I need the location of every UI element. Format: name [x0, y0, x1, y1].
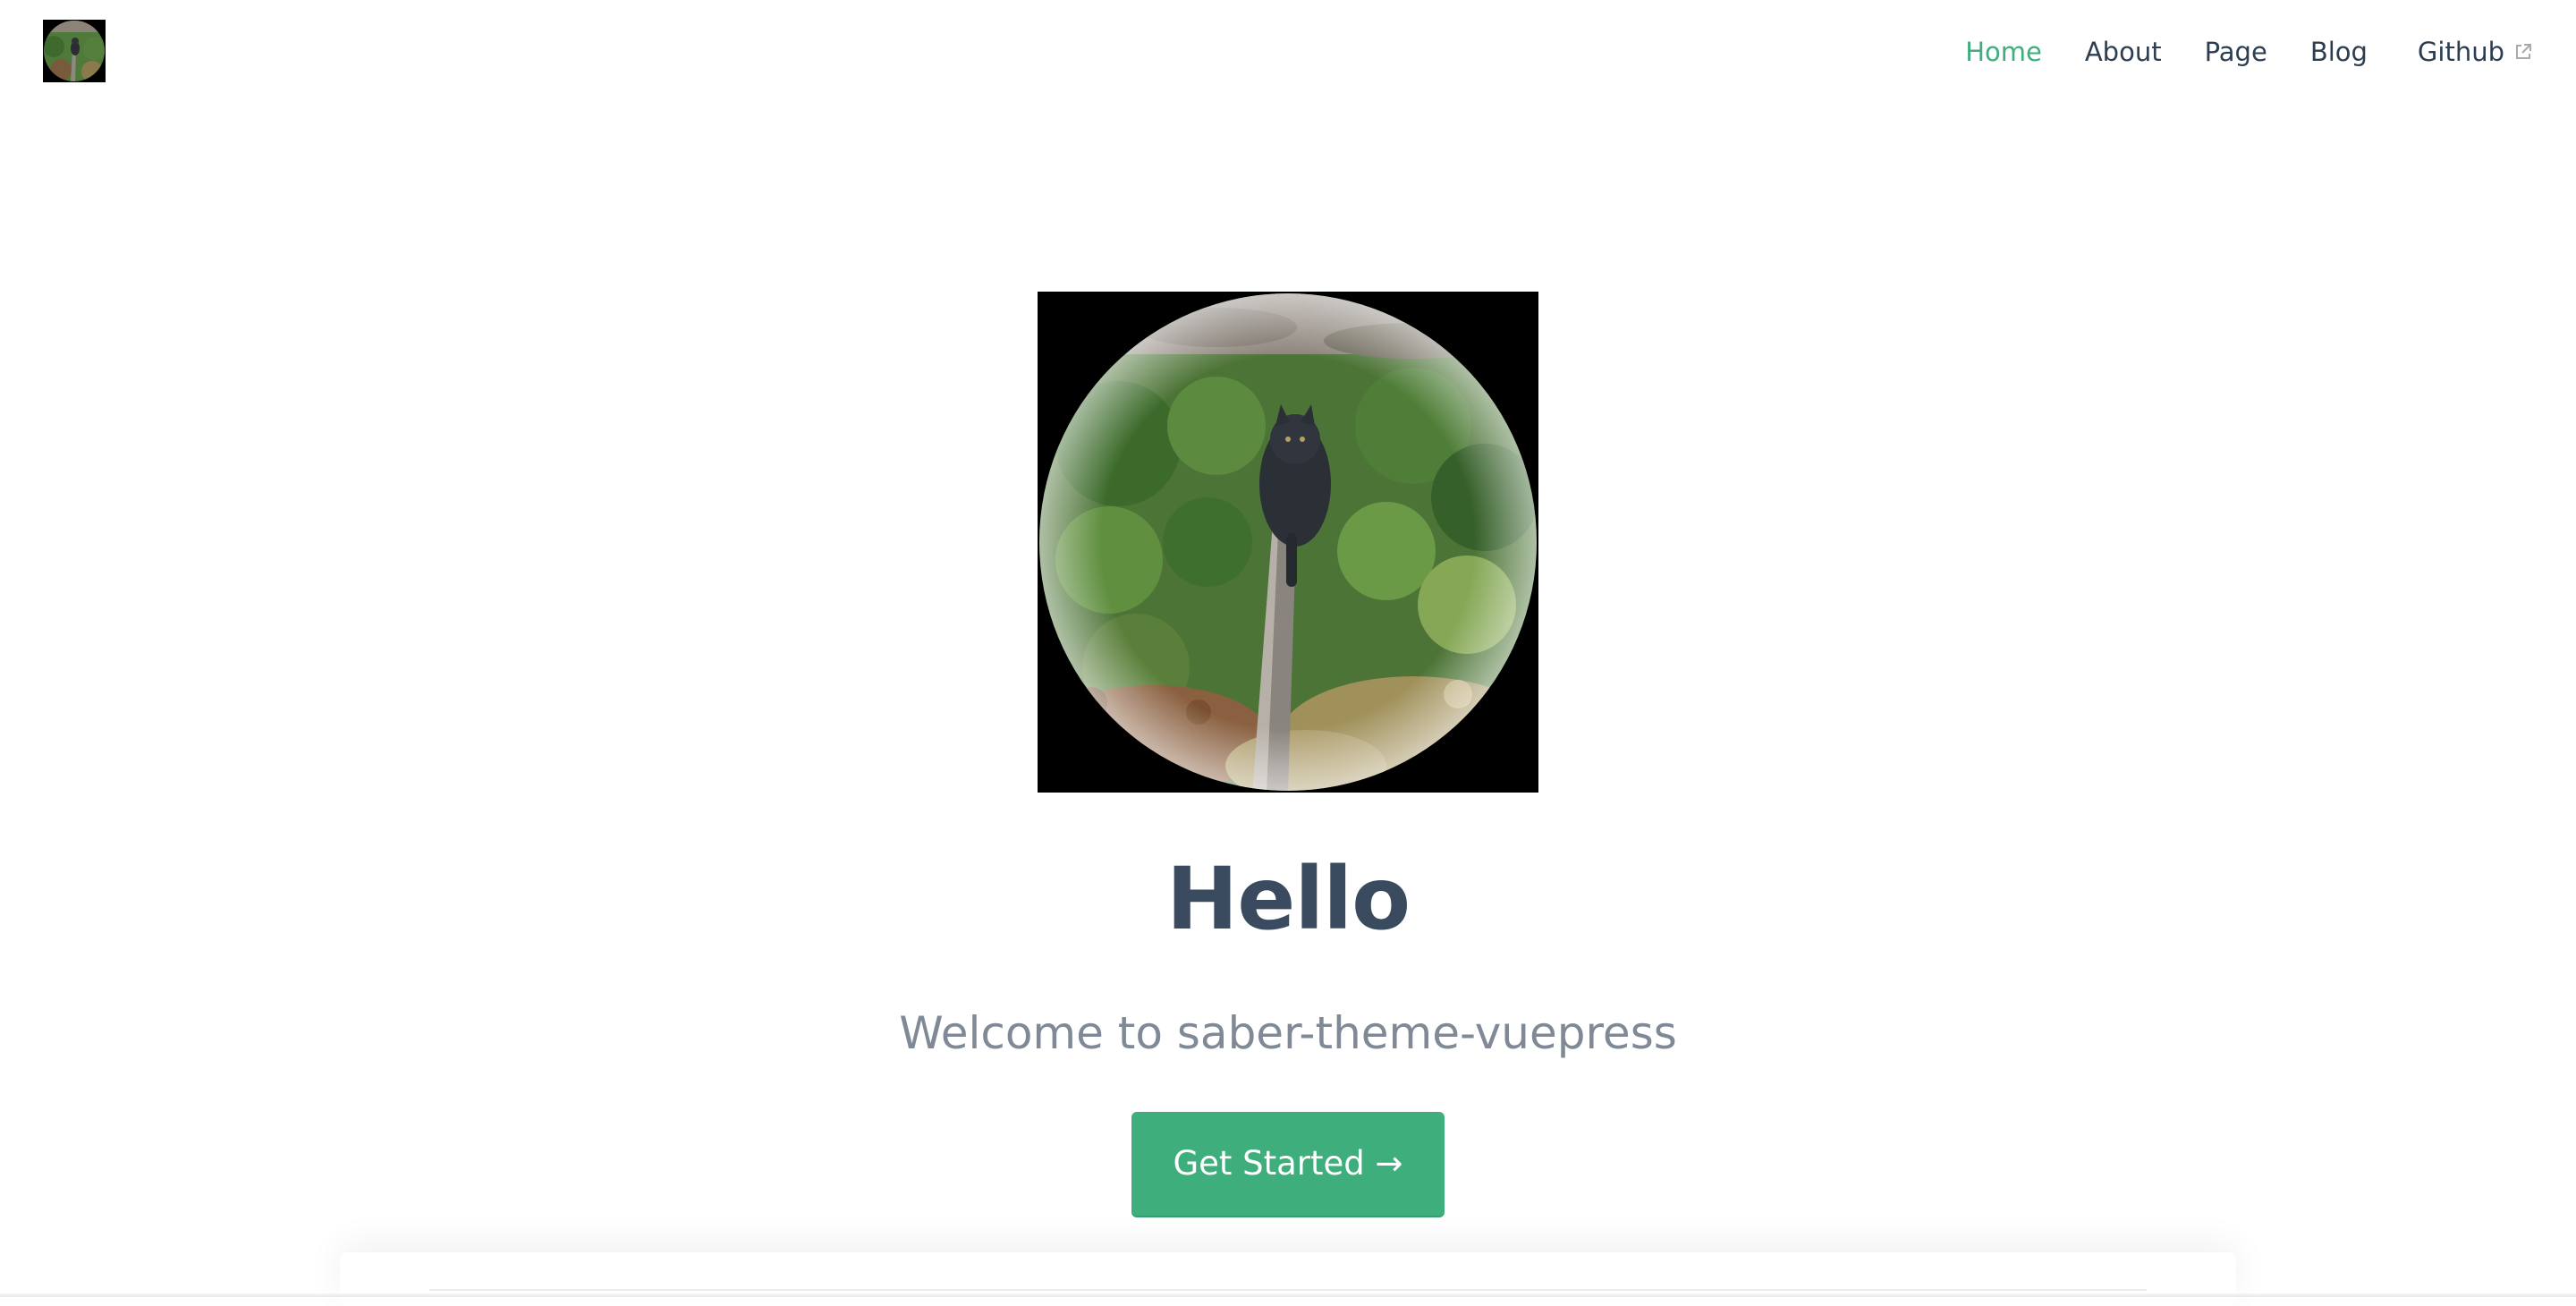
nav-links: Home About Page Blog Github: [1965, 27, 2533, 77]
features-section: [340, 1252, 2236, 1306]
window-bottom-edge: [0, 1293, 2576, 1297]
external-link-icon: [2513, 42, 2533, 62]
nav-link-page[interactable]: Page: [2205, 27, 2267, 77]
get-started-button[interactable]: Get Started →: [1131, 1112, 1445, 1217]
navbar: Home About Page Blog Github: [0, 0, 2576, 104]
nav-link-home[interactable]: Home: [1965, 27, 2042, 77]
site-logo[interactable]: [43, 20, 106, 82]
cat-on-rail-photo-icon: [1038, 292, 1538, 793]
nav-link-github-label: Github: [2417, 37, 2504, 67]
features-divider: [429, 1289, 2147, 1291]
nav-link-blog[interactable]: Blog: [2310, 27, 2368, 77]
hero-title: Hello: [1165, 849, 1411, 949]
cat-logo-icon: [43, 20, 106, 82]
nav-link-about[interactable]: About: [2085, 27, 2162, 77]
hero-tagline: Welcome to saber-theme-vuepress: [899, 1007, 1677, 1059]
nav-link-github[interactable]: Github: [2418, 27, 2533, 77]
hero-image: [1038, 292, 1538, 793]
